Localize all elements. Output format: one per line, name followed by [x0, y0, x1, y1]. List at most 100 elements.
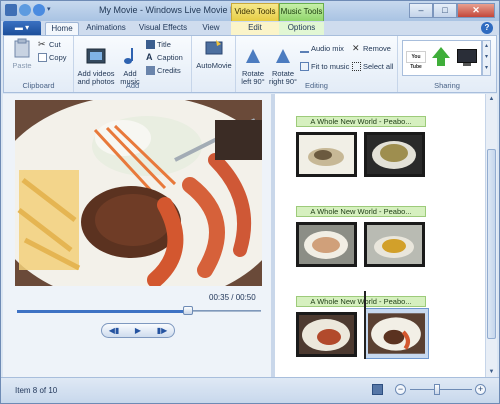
select-all-button[interactable]: Select all — [352, 62, 393, 71]
credits-button[interactable]: Credits — [146, 66, 181, 75]
clip-thumbnail — [299, 225, 354, 264]
remove-button[interactable]: ✕ Remove — [352, 43, 391, 54]
storyboard-clip[interactable] — [296, 312, 357, 357]
add-music-button[interactable]: Add music — [118, 38, 142, 86]
application-menu-button[interactable]: ▬ ▾ — [3, 21, 41, 35]
video-tools-context-label: Video Tools — [231, 3, 279, 21]
tab-view[interactable]: View — [195, 22, 227, 35]
video-preview — [15, 100, 262, 286]
zoom-out-button[interactable]: − — [395, 384, 406, 395]
movie-maker-window: ▾ My Movie - Windows Live Movie Maker Vi… — [0, 0, 500, 404]
rotate-right-button[interactable]: Rotate right 90° — [268, 38, 298, 86]
scissors-icon: ✂ — [38, 39, 46, 49]
copy-icon — [38, 53, 47, 62]
clip-thumbnail — [299, 315, 354, 354]
add-group: Add videos and photos Add music Title A … — [74, 36, 192, 92]
save-icon[interactable] — [5, 4, 17, 16]
clip-thumbnail — [368, 313, 425, 354]
music-caption-bar[interactable]: A Whole New World - Peabo... — [296, 296, 426, 307]
minimize-button[interactable]: – — [409, 3, 433, 18]
credits-icon — [146, 66, 155, 75]
paste-button[interactable]: Paste — [8, 38, 36, 70]
monitor-base — [463, 63, 471, 66]
music-tools-context-label: Music Tools — [279, 3, 324, 21]
add-group-label: Add — [125, 81, 140, 90]
tab-home[interactable]: Home — [45, 22, 79, 35]
audio-mix-icon — [300, 44, 309, 53]
quick-access-toolbar: ▾ — [5, 4, 55, 16]
help-button[interactable]: ? — [481, 22, 493, 34]
automovie-group: AutoMovie — [192, 36, 236, 92]
copy-button[interactable]: Copy — [38, 53, 67, 62]
tab-animations[interactable]: Animations — [81, 22, 131, 35]
item-count-text: Item 8 of 10 — [15, 386, 58, 395]
music-note-icon — [124, 48, 133, 64]
storyboard-clip-selected[interactable] — [364, 308, 429, 359]
customize-chevron-icon[interactable]: ▾ — [47, 4, 55, 16]
tab-visual-effects[interactable]: Visual Effects — [135, 22, 191, 35]
play-button[interactable]: ▶ — [128, 326, 148, 335]
tab-edit[interactable]: Edit — [231, 22, 279, 35]
redo-icon[interactable] — [33, 4, 45, 16]
storyboard-clip[interactable] — [364, 222, 425, 267]
zoom-slider-track[interactable] — [410, 389, 472, 390]
clipboard-group-label: Clipboard — [22, 81, 55, 90]
title-icon — [146, 40, 155, 49]
remove-icon: ✕ — [352, 43, 360, 53]
next-frame-button[interactable]: ▮▶ — [152, 326, 172, 335]
clipboard-group: Paste ✂ Cut Copy Clipboard — [4, 36, 74, 92]
clip-thumbnail — [367, 225, 422, 264]
zoom-slider-thumb[interactable] — [434, 384, 440, 395]
title-button[interactable]: Title — [146, 40, 171, 49]
youtube-share-button[interactable]: You Tube — [406, 51, 426, 70]
ribbon-tab-row: ▬ ▾ Home Animations Visual Effects View … — [1, 21, 499, 35]
window-controls: – □ ✕ — [409, 3, 495, 18]
sharing-group: You Tube ▴ ▾ ▾ Sharing — [398, 36, 496, 92]
playback-controls: ◀▮ ▶ ▮▶ — [101, 323, 175, 338]
thumbnail-size-icon[interactable] — [372, 384, 383, 395]
editing-group: Rotate left 90° Rotate right 90° Audio m… — [236, 36, 398, 92]
previous-frame-button[interactable]: ◀▮ — [104, 326, 124, 335]
maximize-button[interactable]: □ — [433, 3, 457, 18]
storyboard-clip[interactable] — [296, 132, 357, 177]
rotate-left-icon — [246, 49, 260, 63]
timecode-display: 00:35 / 00:50 — [209, 293, 256, 302]
scrollbar-thumb[interactable] — [487, 149, 496, 339]
select-all-icon — [352, 62, 361, 71]
monitor-icon[interactable] — [457, 49, 477, 63]
storyboard-scrollbar[interactable]: ▲ ▼ — [485, 94, 497, 377]
music-caption-bar[interactable]: A Whole New World - Peabo... — [296, 206, 426, 217]
seek-bar-thumb[interactable] — [183, 306, 193, 315]
food-plate-image — [15, 100, 262, 286]
publish-arrow-stem — [437, 57, 445, 66]
add-videos-photos-button[interactable]: Add videos and photos — [76, 38, 116, 86]
title-bar: ▾ My Movie - Windows Live Movie Maker Vi… — [1, 1, 499, 21]
undo-icon[interactable] — [19, 4, 31, 16]
playhead-indicator[interactable] — [364, 291, 366, 359]
zoom-in-button[interactable]: + — [475, 384, 486, 395]
caption-button[interactable]: A Caption — [146, 53, 183, 63]
paste-icon — [14, 38, 30, 58]
audio-mix-button[interactable]: Audio mix — [300, 44, 344, 53]
preview-pane: 00:35 / 00:50 ◀▮ ▶ ▮▶ — [3, 94, 271, 377]
rotate-left-button[interactable]: Rotate left 90° — [238, 38, 268, 86]
fit-to-music-button[interactable]: Fit to music — [300, 62, 349, 71]
music-caption-bar[interactable]: A Whole New World - Peabo... — [296, 116, 426, 127]
editing-group-label: Editing — [305, 81, 328, 90]
clip-thumbnail — [367, 135, 422, 174]
scroll-up-arrow-icon[interactable]: ▲ — [486, 94, 497, 104]
storyboard-clip[interactable] — [364, 132, 425, 177]
cut-button[interactable]: ✂ Cut — [38, 39, 61, 50]
status-bar: Item 8 of 10 − + — [1, 377, 499, 403]
storyboard-pane: A Whole New World - Peabo... A Whole New… — [275, 94, 485, 377]
tab-options[interactable]: Options — [279, 22, 324, 35]
rotate-right-icon — [276, 49, 290, 63]
automovie-button[interactable]: AutoMovie — [194, 38, 234, 70]
sharing-group-label: Sharing — [434, 81, 460, 90]
scroll-down-arrow-icon[interactable]: ▼ — [486, 367, 497, 377]
sharing-gallery-scroll[interactable]: ▴ ▾ ▾ — [482, 40, 491, 76]
film-photo-icon — [86, 48, 106, 64]
close-button[interactable]: ✕ — [457, 3, 495, 18]
storyboard-clip[interactable] — [296, 222, 357, 267]
ribbon: Paste ✂ Cut Copy Clipboard Add videos an… — [3, 35, 497, 93]
